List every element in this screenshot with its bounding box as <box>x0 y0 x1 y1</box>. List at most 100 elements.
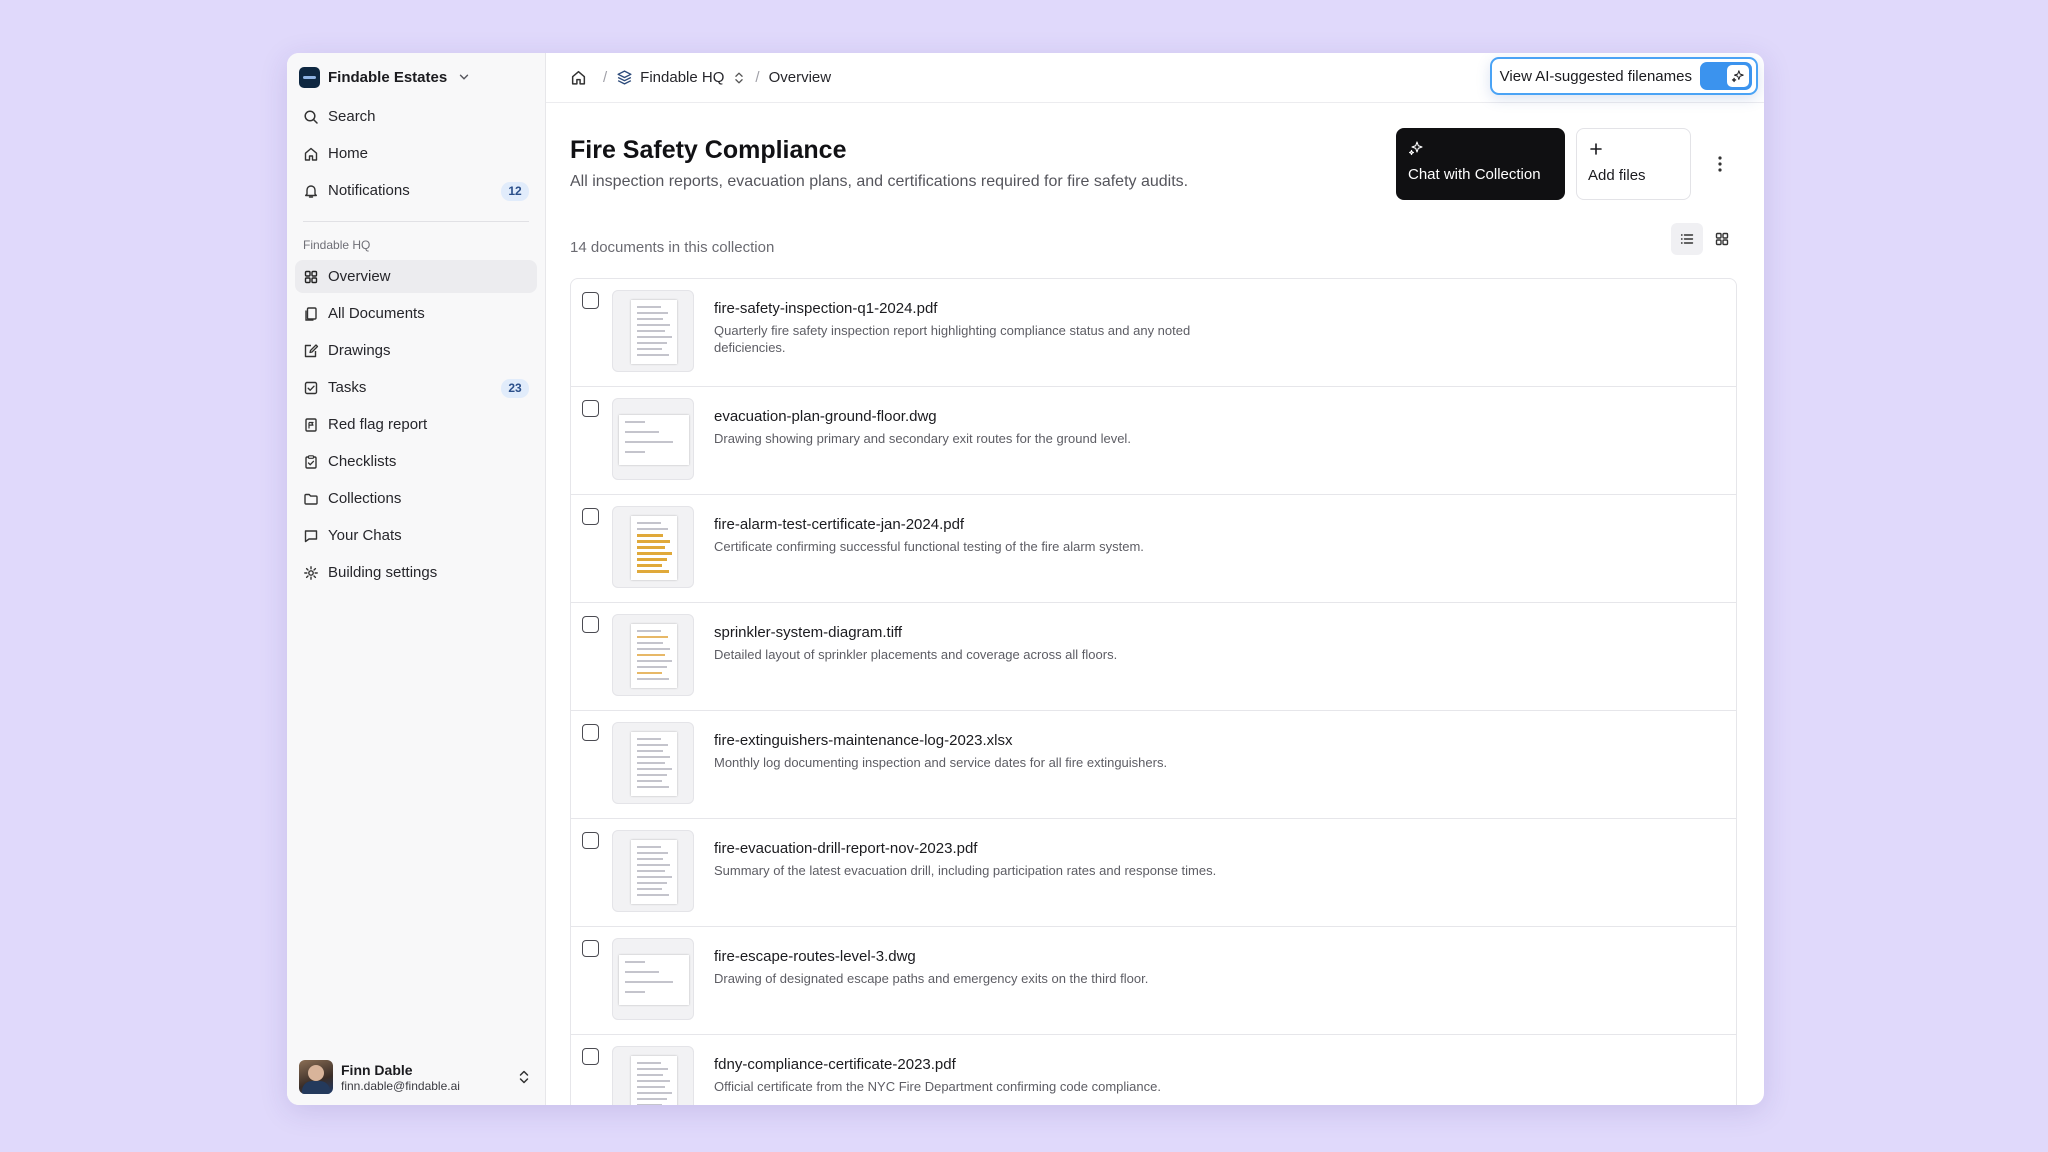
document-thumbnail[interactable] <box>612 938 694 1020</box>
document-row[interactable]: fdny-compliance-certificate-2023.pdf Offi… <box>571 1035 1736 1105</box>
thumbnail-line <box>637 564 662 567</box>
sidebar-item-red-flag-report[interactable]: Red flag report <box>295 408 537 441</box>
document-row[interactable]: sprinkler-system-diagram.tiff Detailed la… <box>571 603 1736 711</box>
sidebar-item-checklists[interactable]: Checklists <box>295 445 537 478</box>
workspace-switcher[interactable]: Findable Estates <box>295 57 537 97</box>
page-title: Fire Safety Compliance <box>570 136 847 164</box>
document-checkbox[interactable] <box>582 724 599 741</box>
sidebar-item-tasks[interactable]: Tasks 23 <box>295 371 537 404</box>
thumbnail-line <box>637 780 662 782</box>
document-row[interactable]: fire-escape-routes-level-3.dwg Drawing of… <box>571 927 1736 1035</box>
document-description: Drawing showing primary and secondary ex… <box>714 431 1131 446</box>
more-options-icon[interactable] <box>1710 153 1730 175</box>
document-thumbnail[interactable] <box>612 722 694 804</box>
list-view-button[interactable] <box>1671 223 1703 255</box>
sidebar-item-your-chats[interactable]: Your Chats <box>295 519 537 552</box>
thumbnail-line <box>637 786 669 788</box>
thumbnail-line <box>637 888 662 890</box>
document-row[interactable]: fire-alarm-test-certificate-jan-2024.pdf… <box>571 495 1736 603</box>
document-checkbox[interactable] <box>582 400 599 417</box>
nav-top: Search Home Notifications 12 <box>287 100 545 207</box>
document-thumbnail[interactable] <box>612 830 694 912</box>
document-row[interactable]: fire-evacuation-drill-report-nov-2023.pd… <box>571 819 1736 927</box>
thumbnail-line <box>637 540 670 543</box>
document-checkbox[interactable] <box>582 832 599 849</box>
document-filename[interactable]: fire-extinguishers-maintenance-log-2023.… <box>714 732 1012 749</box>
document-thumbnail[interactable] <box>612 506 694 588</box>
document-thumbnail[interactable] <box>612 290 694 372</box>
thumbnail-page <box>619 955 689 1005</box>
sidebar-item-home[interactable]: Home <box>295 137 537 170</box>
sidebar-item-label: Overview <box>328 268 391 285</box>
document-filename[interactable]: evacuation-plan-ground-floor.dwg <box>714 408 937 425</box>
thumbnail-line <box>637 312 668 314</box>
thumbnail-line <box>625 961 645 963</box>
thumbnail-line <box>637 738 661 740</box>
breadcrumb-building[interactable]: Findable HQ <box>640 69 724 86</box>
document-thumbnail[interactable] <box>612 1046 694 1105</box>
thumbnail-line <box>637 1074 663 1076</box>
thumbnail-line <box>637 630 661 632</box>
document-filename[interactable]: fire-alarm-test-certificate-jan-2024.pdf <box>714 516 964 533</box>
sidebar-item-building-settings[interactable]: Building settings <box>295 556 537 589</box>
sidebar-item-all-documents[interactable]: All Documents <box>295 297 537 330</box>
chat-button-label: Chat with Collection <box>1408 166 1541 183</box>
home-icon[interactable] <box>570 69 587 86</box>
user-email: finn.dable@findable.ai <box>341 1078 460 1093</box>
add-files-button[interactable]: Add files <box>1576 128 1691 200</box>
sparkle-icon <box>1727 65 1749 87</box>
avatar <box>299 1060 333 1094</box>
document-row[interactable]: fire-safety-inspection-q1-2024.pdf Quarte… <box>571 279 1736 387</box>
document-filename[interactable]: fire-evacuation-drill-report-nov-2023.pd… <box>714 840 977 857</box>
document-checkbox[interactable] <box>582 616 599 633</box>
thumbnail-line <box>637 552 672 555</box>
thumbnail-page <box>631 732 677 796</box>
thumbnail-line <box>637 522 661 524</box>
document-filename[interactable]: fdny-compliance-certificate-2023.pdf <box>714 1056 956 1073</box>
sidebar-item-overview[interactable]: Overview <box>295 260 537 293</box>
thumbnail-line <box>637 336 672 338</box>
document-checkbox[interactable] <box>582 1048 599 1065</box>
document-checkbox[interactable] <box>582 940 599 957</box>
sidebar-divider <box>303 221 529 222</box>
sidebar-item-search[interactable]: Search <box>295 100 537 133</box>
thumbnail-line <box>637 864 670 866</box>
thumbnail-line <box>637 534 663 537</box>
thumbnail-line <box>625 451 645 453</box>
breadcrumb-current-page: Overview <box>768 69 832 86</box>
user-name: Finn Dable <box>341 1061 413 1078</box>
thumbnail-line <box>637 666 667 668</box>
user-menu[interactable]: Finn Dable finn.dable@findable.ai <box>295 1057 537 1097</box>
sidebar-item-collections[interactable]: Collections <box>295 482 537 515</box>
ai-toggle-switch[interactable] <box>1700 62 1752 90</box>
chat-with-collection-button[interactable]: Chat with Collection <box>1396 128 1565 200</box>
thumbnail-line <box>637 306 661 308</box>
document-filename[interactable]: fire-escape-routes-level-3.dwg <box>714 948 916 965</box>
document-description: Detailed layout of sprinkler placements … <box>714 647 1118 662</box>
chevron-up-down-icon[interactable] <box>732 71 746 85</box>
thumbnail-line <box>637 744 668 746</box>
document-checkbox[interactable] <box>582 508 599 525</box>
document-row[interactable]: fire-extinguishers-maintenance-log-2023.… <box>571 711 1736 819</box>
thumbnail-line <box>637 648 670 650</box>
sidebar: Findable Estates Search Home Notificatio… <box>287 53 546 1105</box>
ai-filenames-toggle[interactable]: View AI-suggested filenames <box>1489 57 1758 95</box>
thumbnail-line <box>637 318 663 320</box>
document-filename[interactable]: fire-safety-inspection-q1-2024.pdf <box>714 300 937 317</box>
document-checkbox[interactable] <box>582 292 599 309</box>
document-thumbnail[interactable] <box>612 398 694 480</box>
grid-view-button[interactable] <box>1706 223 1738 255</box>
thumbnail-line <box>637 768 672 770</box>
document-row[interactable]: evacuation-plan-ground-floor.dwg Drawing … <box>571 387 1736 495</box>
thumbnail-line <box>625 981 673 983</box>
thumbnail-line <box>637 852 668 854</box>
sidebar-item-drawings[interactable]: Drawings <box>295 334 537 367</box>
sidebar-item-label: Building settings <box>328 564 438 581</box>
thumbnail-page <box>631 516 677 580</box>
document-thumbnail[interactable] <box>612 614 694 696</box>
sidebar-item-notifications[interactable]: Notifications 12 <box>295 174 537 207</box>
document-description: Certificate confirming successful functi… <box>714 539 1144 554</box>
document-filename[interactable]: sprinkler-system-diagram.tiff <box>714 624 902 641</box>
sparkle-icon <box>1408 141 1423 156</box>
thumbnail-line <box>637 642 663 644</box>
